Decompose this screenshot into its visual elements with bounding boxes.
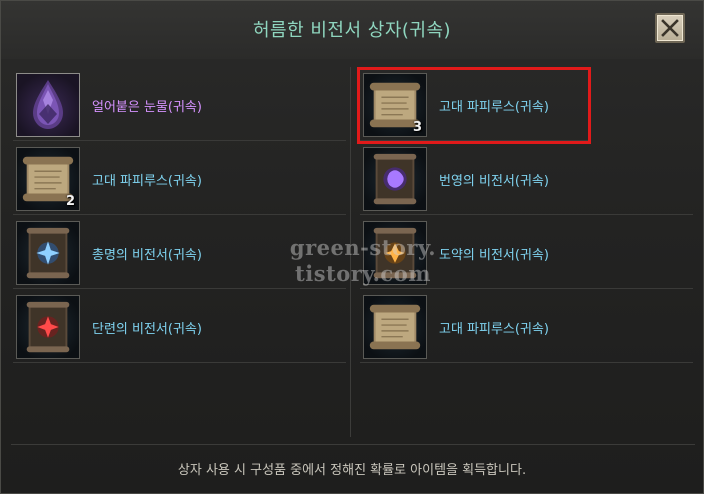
item-slot	[363, 295, 427, 359]
item-row-papyrus[interactable]: 2 고대 파피루스(귀속)	[13, 144, 346, 215]
item-slot	[16, 221, 80, 285]
frozen-tear-icon	[33, 80, 63, 129]
watermark: green-story. tistory.com	[263, 235, 463, 287]
papyrus-scroll-icon	[364, 296, 426, 358]
purple-rune-tome-icon	[364, 148, 426, 210]
item-name: 고대 파피루스(귀속)	[439, 322, 549, 337]
item-count: 3	[412, 120, 422, 135]
item-row-frozen-tear[interactable]: 얼어붙은 눈물(귀속)	[13, 70, 346, 141]
item-box-window: 허름한 비전서 상자(귀속) 얼어붙은 눈물(귀속) 2 고대 파피루스(귀속)	[0, 0, 704, 494]
footer-note: 상자 사용 시 구성품 중에서 정해진 확률로 아이템을 획득합니다.	[177, 463, 527, 478]
title-bar: 허름한 비전서 상자(귀속)	[1, 1, 703, 59]
item-row-papyrus-highlighted[interactable]: 3 고대 파피루스(귀속)	[357, 67, 591, 144]
item-count: 2	[65, 194, 75, 209]
close-button[interactable]	[655, 13, 685, 43]
item-row-tome-training[interactable]: 단련의 비전서(귀속)	[13, 292, 346, 363]
item-slot: 2	[16, 147, 80, 211]
window-title: 허름한 비전서 상자(귀속)	[252, 20, 452, 41]
item-name: 얼어붙은 눈물(귀속)	[92, 100, 202, 115]
item-slot	[16, 73, 80, 137]
item-name: 고대 파피루스(귀속)	[92, 174, 202, 189]
blue-rune-tome-icon	[17, 222, 79, 284]
item-name: 고대 파피루스(귀속)	[439, 100, 549, 115]
footer-divider	[11, 444, 695, 445]
item-slot	[16, 295, 80, 359]
red-rune-tome-icon	[17, 296, 79, 358]
item-row-tome-prosperity[interactable]: 번영의 비전서(귀속)	[360, 144, 693, 215]
item-row-papyrus[interactable]: 고대 파피루스(귀속)	[360, 292, 693, 363]
watermark-line: tistory.com	[295, 261, 431, 286]
close-icon	[661, 19, 679, 37]
item-slot	[363, 147, 427, 211]
item-name: 단련의 비전서(귀속)	[92, 322, 202, 337]
item-slot: 3	[363, 73, 427, 137]
item-name: 총명의 비전서(귀속)	[92, 248, 202, 263]
item-name: 번영의 비전서(귀속)	[439, 174, 549, 189]
watermark-line: green-story.	[289, 235, 437, 260]
